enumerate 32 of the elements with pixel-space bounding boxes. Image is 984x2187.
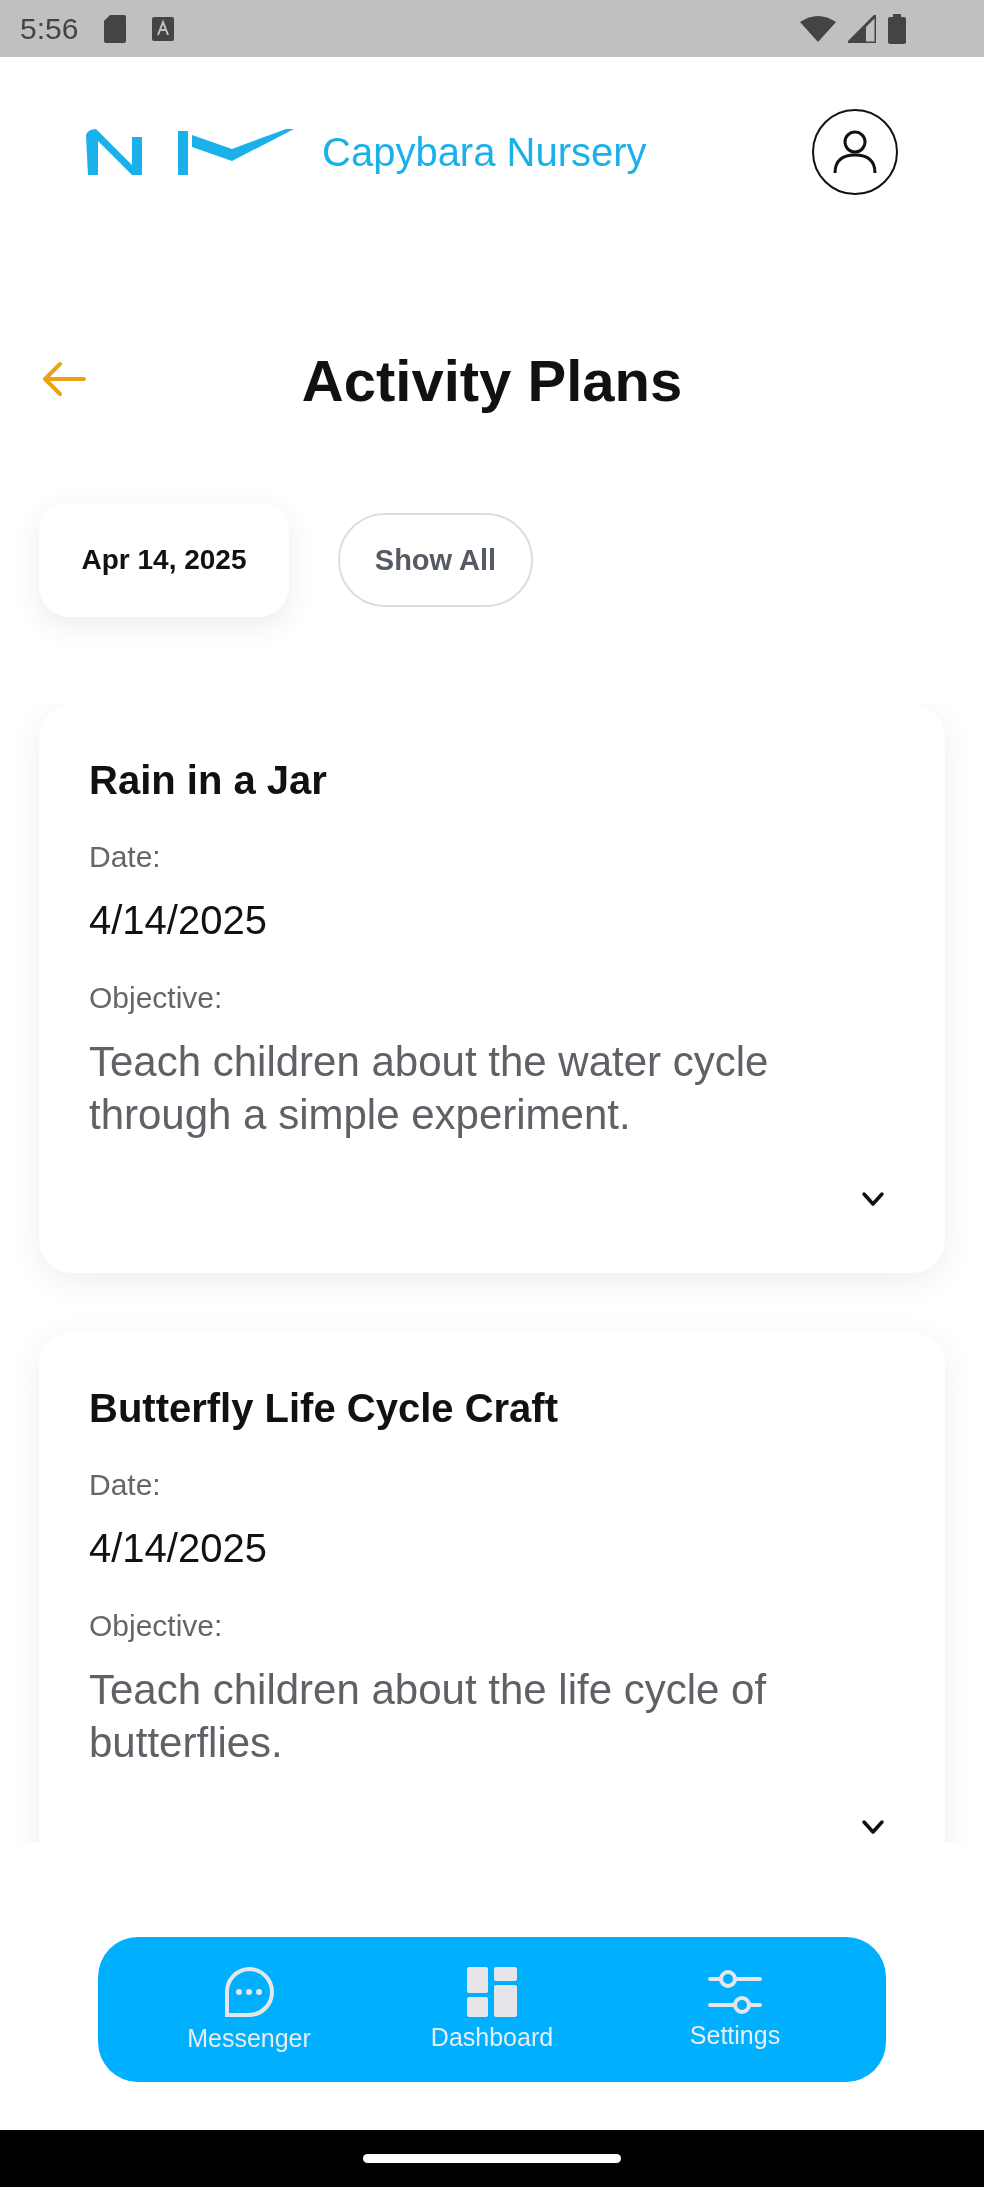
keyboard-icon [152,16,175,41]
wifi-icon [800,15,836,42]
chevron-icon [861,1819,885,1835]
sliders-icon [708,1969,762,2015]
nav-item[interactable]: Messenger [127,1966,371,2053]
user-icon [832,129,878,175]
chevron-icon [861,1191,885,1207]
signal-icon [848,14,876,43]
expand-button[interactable] [861,1819,885,1835]
expand-button[interactable] [861,1191,885,1207]
show-all-button[interactable]: Show All [338,513,533,607]
field-label: Date: [89,1467,162,1503]
status-time: 5:56 [20,11,79,46]
nav-item[interactable]: Settings [613,1969,857,2050]
activity-objective: Teach children about the life cycle of butterflies. [89,1665,768,1768]
sd-card-icon [104,14,127,43]
activity-date: 4/14/2025 [89,1525,268,1572]
field-label: Objective: [89,1608,224,1644]
activity-objective: Teach children about the water cycle through a simple experiment. [89,1037,770,1140]
field-label: Objective: [89,980,224,1016]
date-picker-button[interactable]: Apr 14, 2025 [39,503,289,617]
dashboard-icon [467,1967,517,2017]
battery-icon [888,13,906,44]
activity-date: 4/14/2025 [89,897,268,944]
page-title: Activity Plans [301,346,683,414]
brand-name: Capybara Nursery [322,129,647,175]
chat-icon [222,1966,276,2018]
field-label: Date: [89,839,162,875]
nav-item[interactable]: Dashboard [370,1967,614,2052]
back-arrow-icon [42,361,86,397]
activity-title: Butterfly Life Cycle Craft [89,1385,559,1432]
activity-title: Rain in a Jar [89,757,328,804]
